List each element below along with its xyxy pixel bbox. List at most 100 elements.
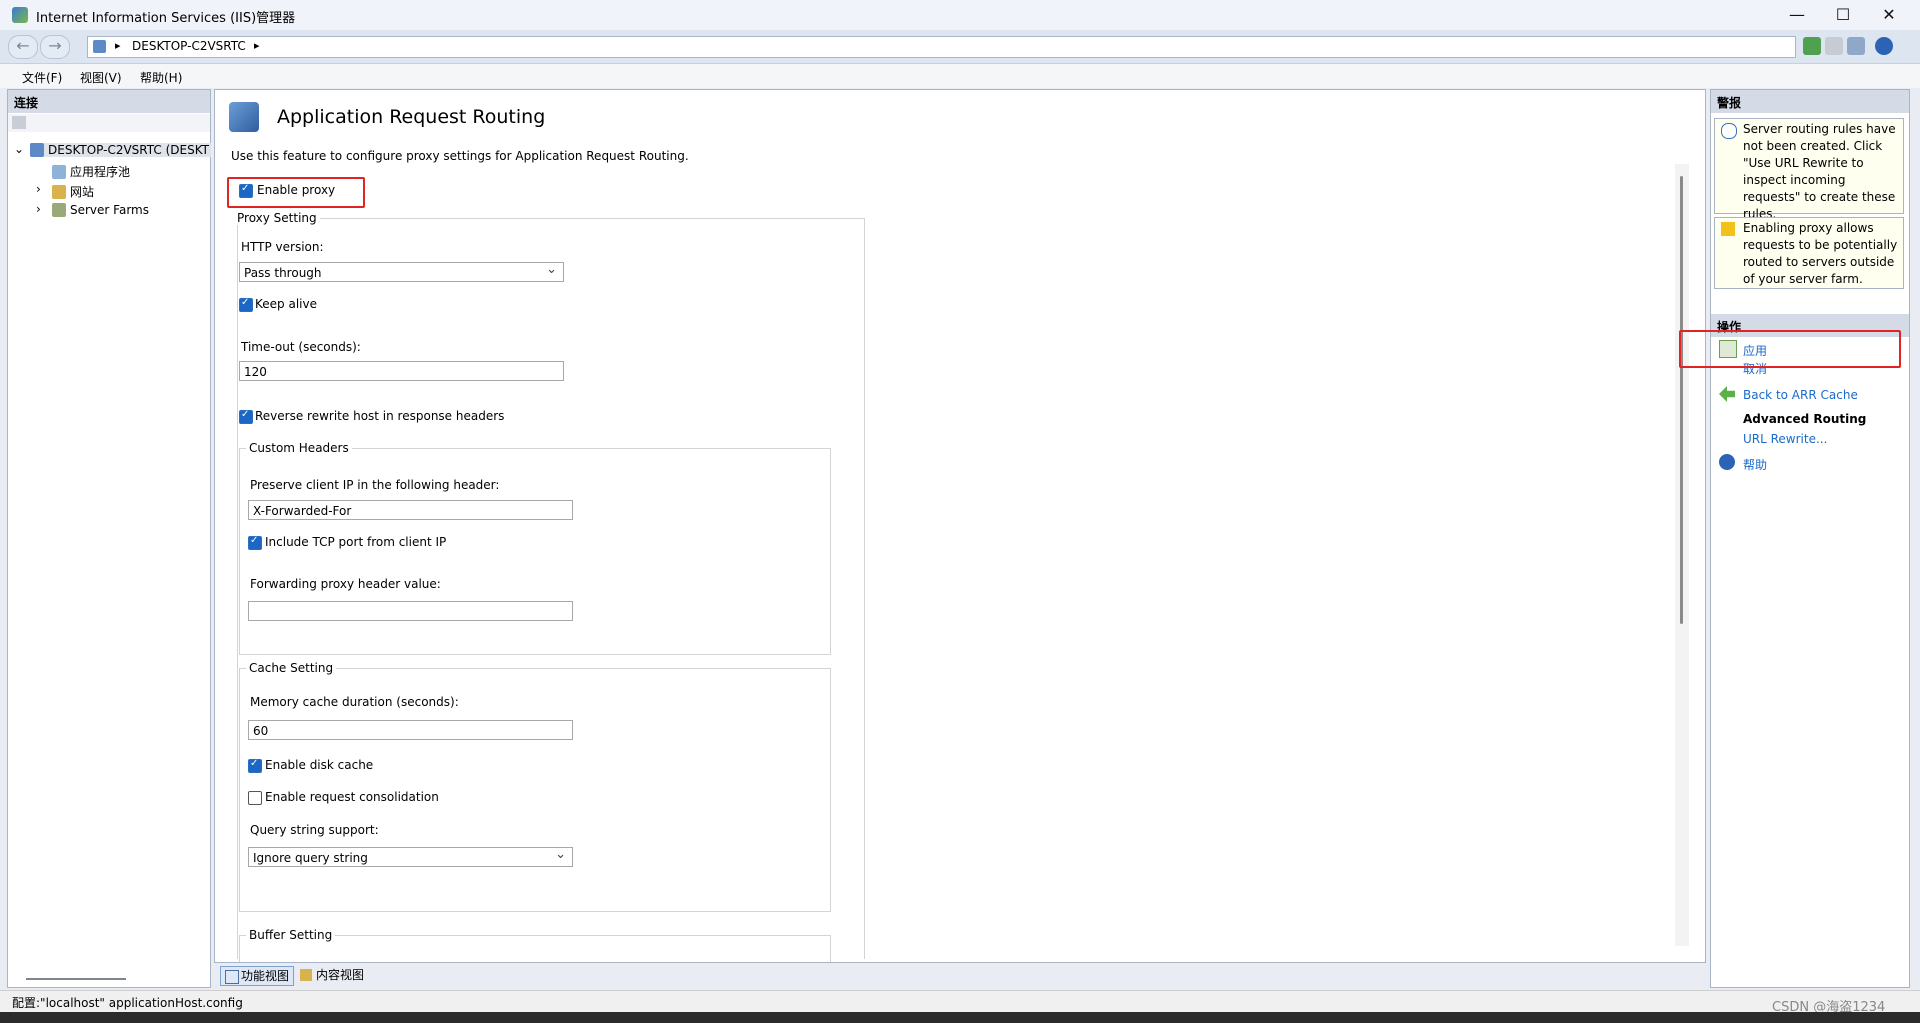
status-text: 配置:"localhost" applicationHost.config <box>12 996 243 1010</box>
actions-panel: 警报 Server routing rules have not been cr… <box>1679 89 1910 988</box>
crumb-arrow-icon: ▸ <box>115 39 121 52</box>
highlight-box <box>227 177 365 208</box>
alerts-header: 警报 <box>1711 90 1909 113</box>
menu-bar: 文件(F) 视图(V) 帮助(H) <box>0 64 1920 88</box>
connections-toolbar <box>8 114 210 132</box>
memory-cache-label: Memory cache duration (seconds): <box>250 695 459 709</box>
advanced-routing-heading: Advanced Routing <box>1743 412 1867 426</box>
iis-app-icon <box>12 7 28 23</box>
tree-item-server[interactable]: DESKTOP-C2VSRTC (DESKT <box>30 143 211 157</box>
server-farm-icon <box>52 203 66 217</box>
back-to-arr-cache-link[interactable]: Back to ARR Cache <box>1743 388 1858 402</box>
close-button[interactable]: ✕ <box>1866 2 1912 28</box>
server-icon <box>30 143 44 157</box>
app-pool-icon <box>52 165 66 179</box>
tree-expander-icon[interactable]: ⌄ <box>14 142 24 156</box>
keep-alive-label[interactable]: Keep alive <box>255 297 317 311</box>
include-tcp-port-label[interactable]: Include TCP port from client IP <box>265 535 446 549</box>
memory-cache-input[interactable]: 60 <box>248 720 573 740</box>
alert-warning-text: Enabling proxy allows requests to be pot… <box>1743 221 1898 286</box>
breadcrumb-server[interactable]: DESKTOP-C2VSRTC <box>132 39 246 53</box>
alert-warning: Enabling proxy allows requests to be pot… <box>1714 217 1904 289</box>
arr-feature-icon <box>229 102 259 132</box>
tree-expander-icon[interactable]: › <box>36 182 41 196</box>
alert-info: Server routing rules have not been creat… <box>1714 118 1904 221</box>
taskbar-strip <box>0 1012 1920 1023</box>
back-button[interactable]: ← <box>8 35 38 59</box>
query-string-label: Query string support: <box>250 823 379 837</box>
content-view-icon <box>300 969 312 981</box>
menu-help[interactable]: 帮助(H) <box>140 69 182 86</box>
connections-header: 连接 <box>8 90 210 113</box>
menu-file[interactable]: 文件(F) <box>22 69 62 86</box>
new-connection-icon[interactable] <box>12 116 26 129</box>
back-arrow-icon <box>1719 386 1735 402</box>
tree-item-sites[interactable]: 网站 <box>52 183 94 200</box>
status-bar: 配置:"localhost" applicationHost.config CS… <box>0 990 1920 1015</box>
title-bar: Internet Information Services (IIS)管理器 —… <box>0 0 1920 30</box>
feature-description: Use this feature to configure proxy sett… <box>231 149 689 163</box>
memory-cache-value: 60 <box>253 724 269 738</box>
tree-item-label: 应用程序池 <box>70 165 131 179</box>
sites-icon <box>52 185 66 199</box>
help-icon[interactable] <box>1875 37 1893 55</box>
menu-view[interactable]: 视图(V) <box>80 69 122 86</box>
request-consolidation-checkbox[interactable] <box>248 791 262 805</box>
tab-content-view[interactable]: 内容视图 <box>296 966 368 984</box>
tab-features-view[interactable]: 功能视图 <box>220 966 295 986</box>
disconnect-icon[interactable] <box>1825 37 1843 55</box>
timeout-input[interactable]: 120 <box>239 361 564 381</box>
minimize-button[interactable]: — <box>1774 2 1820 28</box>
help-icon <box>1719 454 1735 470</box>
home-icon[interactable] <box>1847 37 1865 55</box>
forwarding-header-label: Forwarding proxy header value: <box>250 577 441 591</box>
tree-item-label: Server Farms <box>70 203 149 217</box>
alert-info-text: Server routing rules have not been creat… <box>1743 122 1896 221</box>
reverse-rewrite-checkbox[interactable] <box>239 409 253 424</box>
crumb-arrow-icon[interactable]: ▸ <box>254 39 260 52</box>
server-icon <box>93 40 106 53</box>
tree-expander-icon[interactable]: › <box>36 202 41 216</box>
custom-headers-title: Custom Headers <box>246 441 352 455</box>
forward-button[interactable]: → <box>40 35 70 59</box>
tree-item-server-farms[interactable]: Server Farms <box>52 203 149 217</box>
tree-item-label: DESKTOP-C2VSRTC (DESKT <box>48 143 209 157</box>
highlight-box <box>1679 330 1901 368</box>
include-tcp-port-checkbox[interactable] <box>248 535 262 550</box>
request-consolidation-label[interactable]: Enable request consolidation <box>265 790 439 804</box>
preserve-ip-value: X-Forwarded-For <box>253 504 352 518</box>
timeout-value: 120 <box>244 365 267 379</box>
reverse-rewrite-label[interactable]: Reverse rewrite host in response headers <box>255 409 504 423</box>
query-string-select[interactable]: Ignore query string <box>248 845 573 867</box>
http-version-label: HTTP version: <box>241 240 324 254</box>
address-bar[interactable]: ▸ DESKTOP-C2VSRTC ▸ <box>87 36 1796 58</box>
info-icon <box>1721 123 1737 139</box>
enable-disk-cache-label[interactable]: Enable disk cache <box>265 758 373 772</box>
horizontal-scrollbar[interactable] <box>26 978 126 980</box>
http-version-select[interactable]: Pass through <box>239 260 564 282</box>
connect-icon[interactable] <box>1803 37 1821 55</box>
tree-item-app-pools[interactable]: 应用程序池 <box>52 163 130 180</box>
window-title: Internet Information Services (IIS)管理器 <box>36 11 296 26</box>
preserve-ip-input[interactable]: X-Forwarded-For <box>248 500 573 520</box>
enable-disk-cache-checkbox[interactable] <box>248 758 262 773</box>
timeout-label: Time-out (seconds): <box>241 340 361 354</box>
help-link[interactable]: 帮助 <box>1743 456 1767 473</box>
query-string-value: Ignore query string <box>253 851 368 865</box>
vertical-scrollbar[interactable] <box>1675 164 1689 946</box>
url-rewrite-link[interactable]: URL Rewrite... <box>1743 432 1827 446</box>
scrollbar-thumb[interactable] <box>1680 176 1683 624</box>
page-title: Application Request Routing <box>277 106 546 128</box>
features-view-icon <box>225 970 239 984</box>
tree-item-label: 网站 <box>70 185 95 199</box>
feature-panel: Application Request Routing Use this fea… <box>214 89 1706 963</box>
preserve-ip-label: Preserve client IP in the following head… <box>250 478 500 492</box>
keep-alive-checkbox[interactable] <box>239 297 253 312</box>
maximize-button[interactable]: ☐ <box>1820 2 1866 28</box>
view-tabs: 功能视图 内容视图 <box>214 963 1704 987</box>
buffer-setting-title: Buffer Setting <box>246 928 336 942</box>
cache-setting-title: Cache Setting <box>246 661 337 675</box>
tab-content-label: 内容视图 <box>316 968 365 982</box>
connections-panel: 连接 ⌄ DESKTOP-C2VSRTC (DESKT 应用程序池 › 网站 ›… <box>7 89 211 988</box>
forwarding-header-input[interactable] <box>248 601 573 621</box>
